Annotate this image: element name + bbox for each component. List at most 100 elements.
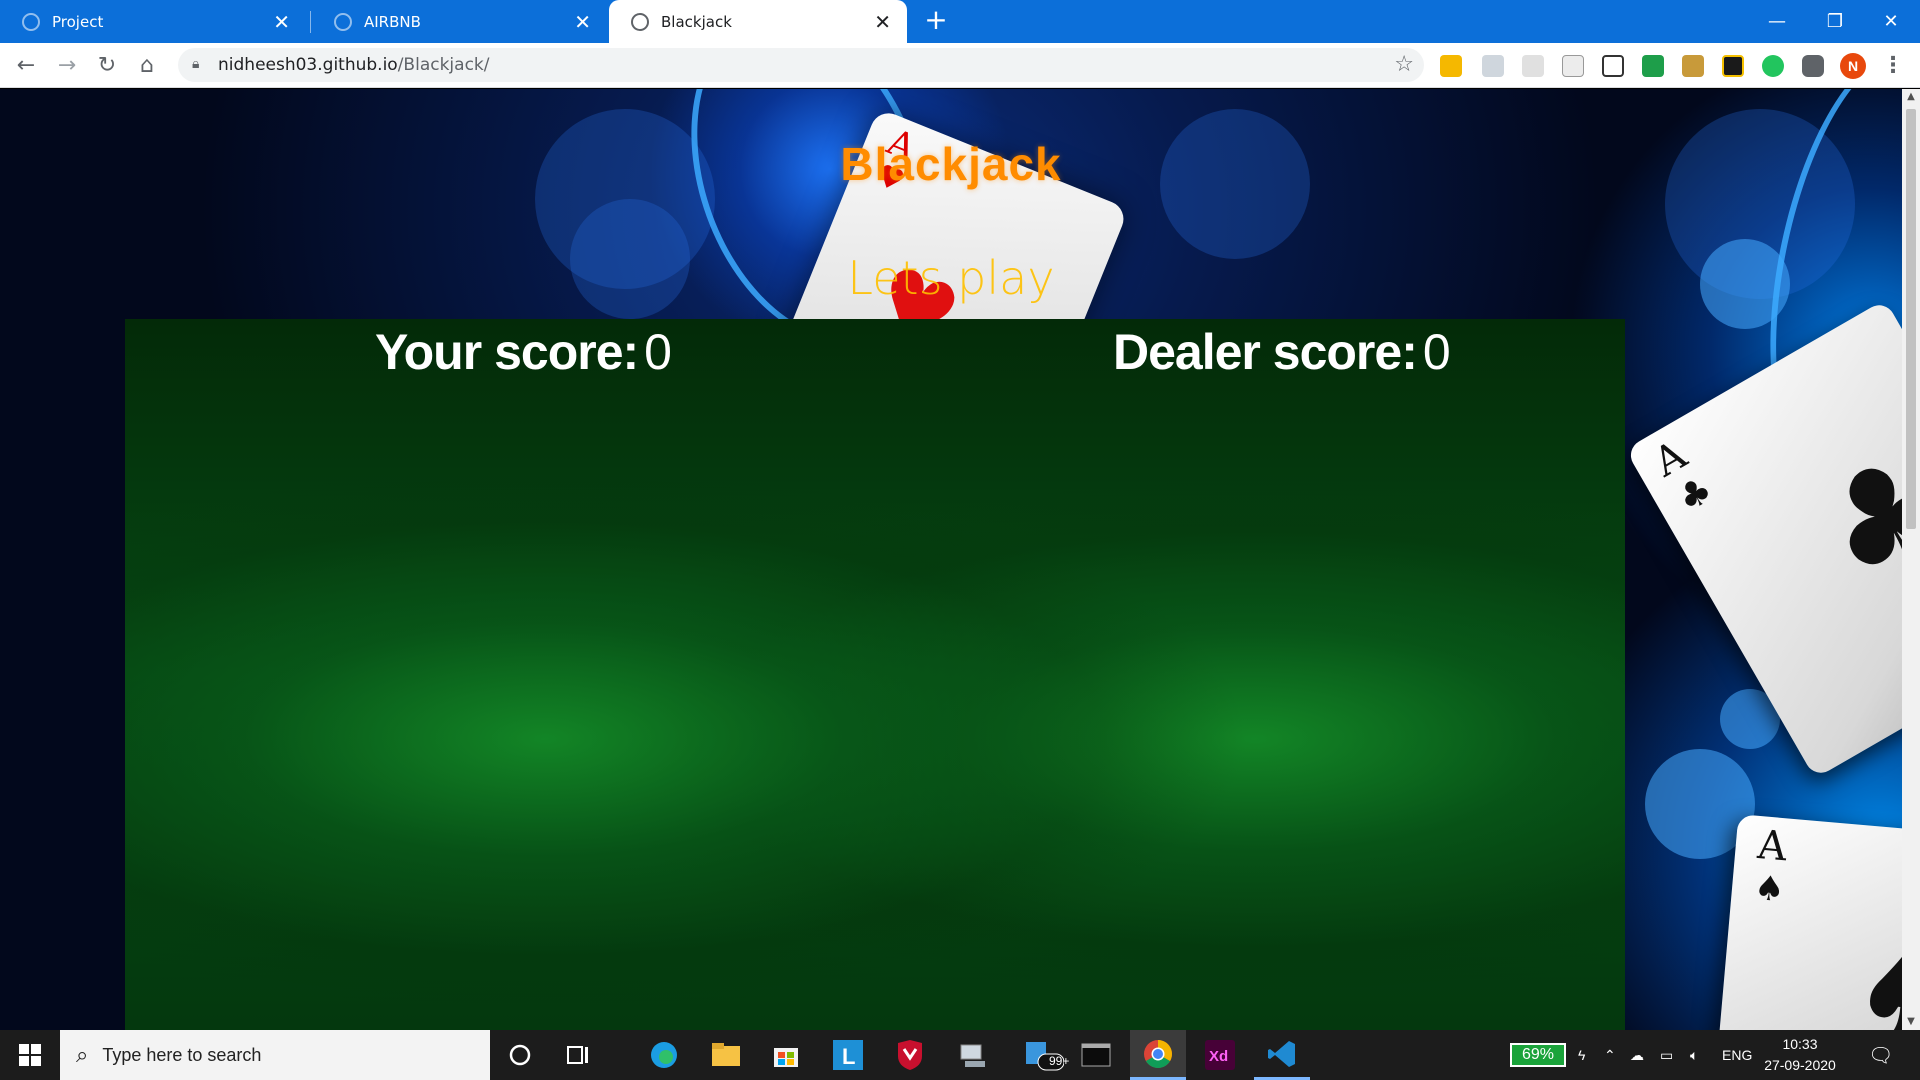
mcafee-app[interactable]: [882, 1030, 938, 1080]
globe-icon: [334, 12, 352, 31]
browser-tab-strip: Project ✕ AIRBNB ✕ Blackjack ✕ + — ❐ ✕: [0, 0, 1920, 43]
extension-text-icon[interactable]: [1562, 55, 1584, 77]
menu-kebab-icon[interactable]: ⋮: [1882, 53, 1904, 78]
task-view-button[interactable]: [550, 1030, 606, 1080]
page-scrollbar[interactable]: ▲ ▼: [1902, 89, 1920, 1030]
taskbar-search-box[interactable]: ⌕ Type here to search: [60, 1030, 490, 1080]
file-explorer-app[interactable]: [698, 1030, 754, 1080]
clock-date: 27-09-2020: [1764, 1057, 1836, 1073]
terminal-app[interactable]: [1068, 1030, 1124, 1080]
store-app[interactable]: [758, 1030, 814, 1080]
notifications-icon[interactable]: 🗨︎: [1868, 1030, 1893, 1080]
dealer-score: Dealer score: 0: [1113, 323, 1451, 381]
globe-icon: [22, 12, 40, 31]
extension-chat-icon[interactable]: [1762, 55, 1784, 77]
profile-avatar[interactable]: N: [1840, 53, 1866, 79]
spade-icon: ♠: [1848, 925, 1902, 1030]
tab-separator: [310, 11, 311, 33]
task-view-icon: [567, 1046, 588, 1064]
your-score: Your score: 0: [375, 323, 672, 381]
your-score-label: Your score:: [375, 324, 639, 380]
minimize-button[interactable]: —: [1748, 0, 1806, 43]
game-table: Your score: 0 Dealer score: 0: [125, 319, 1625, 1030]
shield-icon: [898, 1040, 922, 1070]
new-tab-button[interactable]: +: [922, 0, 950, 43]
chrome-icon: [1144, 1039, 1172, 1068]
forward-button[interactable]: →: [51, 49, 83, 81]
close-icon[interactable]: ✕: [874, 12, 891, 32]
extension-key-icon[interactable]: [1682, 55, 1704, 77]
network-app[interactable]: [944, 1030, 1000, 1080]
url-text[interactable]: nidheesh03.github.io/Blackjack/: [218, 55, 490, 75]
folder-icon: [712, 1043, 740, 1066]
close-icon[interactable]: ✕: [273, 12, 290, 32]
chevron-up-icon[interactable]: ⌃: [1604, 1030, 1616, 1080]
l-app[interactable]: L: [820, 1030, 876, 1080]
back-button[interactable]: ←: [10, 49, 42, 81]
extension-crop-icon[interactable]: [1602, 55, 1624, 77]
close-window-button[interactable]: ✕: [1862, 0, 1920, 43]
address-bar[interactable]: 🔒︎ nidheesh03.github.io/Blackjack/ ☆: [178, 48, 1424, 82]
charging-icon: ϟ: [1578, 1047, 1586, 1063]
extensions-puzzle-icon[interactable]: [1802, 55, 1824, 77]
page-viewport: A ♥ ♥ A ♣ ♣ A ♠ ♠ Blackjack Lets play Yo…: [0, 89, 1902, 1030]
tab-title: Project: [52, 12, 104, 31]
vscode-app[interactable]: [1254, 1030, 1310, 1080]
ace-of-spades-card: A ♠ ♠: [1712, 814, 1902, 1030]
battery-indicator[interactable]: 69%: [1510, 1043, 1566, 1067]
language-indicator[interactable]: ENG: [1722, 1030, 1752, 1080]
scroll-up-icon[interactable]: ▲: [1902, 89, 1920, 105]
globe-icon: [631, 12, 649, 31]
adobe-xd-icon: Xd: [1205, 1040, 1235, 1070]
adobe-xd-app[interactable]: Xd: [1192, 1030, 1248, 1080]
spade-icon: ♠: [1752, 867, 1787, 911]
mail-badge: 99+: [1049, 1054, 1070, 1068]
card-rank: A: [1755, 822, 1789, 871]
edge-app[interactable]: [636, 1030, 692, 1080]
extension-link-icon[interactable]: [1642, 55, 1664, 77]
network-icon[interactable]: ▭: [1660, 1030, 1673, 1080]
lock-icon[interactable]: 🔒︎: [192, 56, 206, 72]
tab-project[interactable]: Project ✕: [0, 0, 306, 43]
terminal-icon: [1081, 1043, 1111, 1067]
scroll-down-icon[interactable]: ▼: [1902, 1014, 1920, 1030]
volume-icon[interactable]: 🔈︎: [1690, 1030, 1698, 1080]
scrollbar-thumb[interactable]: [1906, 109, 1916, 529]
your-score-value: 0: [644, 324, 672, 380]
tab-title: Blackjack: [661, 12, 732, 31]
club-icon: ♣: [1792, 416, 1902, 621]
tab-blackjack[interactable]: Blackjack ✕: [609, 0, 907, 43]
close-icon[interactable]: ✕: [574, 12, 591, 32]
chrome-app[interactable]: [1130, 1030, 1186, 1080]
network-computer-icon: [960, 1044, 985, 1067]
taskbar-clock[interactable]: 10:33 27-09-2020: [1760, 1034, 1840, 1076]
extension-off-icon[interactable]: [1482, 55, 1504, 77]
extension-pencil-icon[interactable]: [1440, 55, 1462, 77]
start-button[interactable]: [0, 1030, 60, 1080]
tab-airbnb[interactable]: AIRBNB ✕: [312, 0, 607, 43]
tab-title: AIRBNB: [364, 12, 421, 31]
mail-app[interactable]: 99+: [1016, 1030, 1072, 1080]
extension-eyedropper-icon[interactable]: [1522, 55, 1544, 77]
dealer-score-label: Dealer score:: [1113, 324, 1418, 380]
l-letter-icon: L: [833, 1040, 863, 1070]
svg-text:Xd: Xd: [1209, 1048, 1228, 1065]
store-bag-icon: [774, 1048, 798, 1067]
windows-taskbar: ⌕ Type here to search L 99+ Xd 69% ϟ ⌃ ☁…: [0, 1030, 1920, 1080]
cortana-button[interactable]: [492, 1030, 548, 1080]
cortana-circle-icon: [509, 1044, 531, 1066]
onedrive-cloud-icon[interactable]: ☁: [1630, 1030, 1644, 1080]
svg-text:L: L: [842, 1044, 855, 1069]
restore-button[interactable]: ❐: [1806, 0, 1864, 43]
browser-toolbar: ← → ↻ ⌂ 🔒︎ nidheesh03.github.io/Blackjac…: [0, 43, 1920, 88]
home-button[interactable]: ⌂: [131, 49, 163, 81]
clock-time: 10:33: [1782, 1036, 1818, 1052]
edge-icon: [651, 1042, 677, 1068]
page-subtitle: Lets play: [847, 251, 1055, 305]
dealer-score-value: 0: [1422, 324, 1451, 380]
windows-logo-icon: [19, 1044, 41, 1066]
bookmark-star-icon[interactable]: ☆: [1394, 52, 1414, 77]
extension-grid-icon[interactable]: [1722, 55, 1744, 77]
vscode-icon: [1268, 1040, 1295, 1067]
reload-button[interactable]: ↻: [91, 49, 123, 81]
